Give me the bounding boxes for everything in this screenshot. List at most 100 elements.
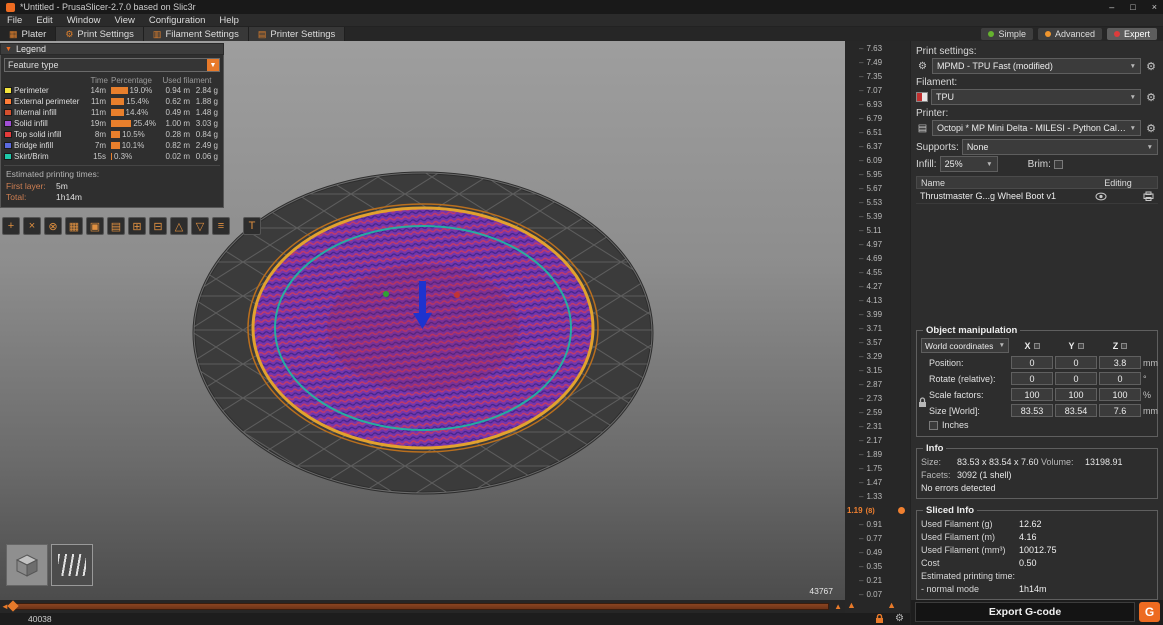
split-to-objects-icon[interactable]: △ [170,217,188,235]
eye-icon[interactable] [1095,192,1107,201]
layer-slider-handle[interactable]: 1.19 (8) [845,506,910,515]
legend-header[interactable]: ▼ Legend [0,43,224,55]
add-instance-icon[interactable]: ⊞ [128,217,146,235]
sliced-value: 0.50 [1019,558,1037,568]
plater-icon: ▦ [9,28,18,39]
editing-printer-icon[interactable] [1143,191,1154,201]
print-settings-select[interactable]: MPMD - TPU Fast (modified) ▼ [932,58,1141,74]
tab-label: Printer Settings [270,28,336,40]
coordinates-select[interactable]: World coordinates ▼ [921,338,1009,353]
scale-z-input[interactable]: 100 [1099,388,1141,401]
tab-filament-settings[interactable]: ▥ Filament Settings [143,27,249,41]
tab-printer-settings[interactable]: ▤ Printer Settings [248,27,346,41]
menu-item-edit[interactable]: Edit [29,14,59,27]
z-gizmo-arrow[interactable] [419,281,426,315]
menu-item-view[interactable]: View [107,14,141,27]
inches-row: Inches [921,420,1153,430]
layer-tick-value: 6.93 [866,100,883,109]
slider-right-marker-icon[interactable]: ▲ [834,602,842,611]
horizontal-slider-track[interactable] [12,603,829,610]
3d-viewport[interactable]: ▼ Legend Feature type ▼ Time Percentage … [0,41,845,600]
inches-checkbox[interactable] [929,420,938,430]
estimated-times: Estimated printing times: First layer: 5… [4,165,220,204]
supports-select[interactable]: None ▼ [961,139,1158,155]
menu-bar: File Edit Window View Configuration Help [0,14,1163,27]
feature-length: 0.28 m [165,130,190,139]
maximize-button[interactable]: □ [1130,2,1135,12]
tab-plater[interactable]: ▦ Plater [0,27,57,41]
position-z-input[interactable]: 3.8 [1099,356,1141,369]
delete-all-icon[interactable]: ⊗ [44,217,62,235]
layer-tick: –2.87 [859,380,883,389]
menu-item-configuration[interactable]: Configuration [142,14,213,27]
infill-select[interactable]: 25% ▼ [939,156,998,172]
lock-icon[interactable] [875,614,884,624]
menu-item-file[interactable]: File [0,14,29,27]
close-button[interactable]: × [1152,2,1157,12]
infill-value: 25% [944,159,963,169]
paste-icon[interactable]: ▤ [107,217,125,235]
arrange-icon[interactable]: ▦ [65,217,83,235]
mode-simple[interactable]: Simple [981,28,1033,40]
legend-rows: Perimeter 14m 19.0% 0.94 m 2.84 g External pe… [4,85,220,162]
rotate-y-input[interactable]: 0 [1055,372,1097,385]
export-gcode-button[interactable]: Export G-code [915,602,1135,622]
percentage-bar [111,153,112,160]
feature-type-select[interactable]: Feature type ▼ [4,58,220,72]
mode-advanced[interactable]: Advanced [1037,28,1102,40]
gear-icon[interactable]: ⚙ [895,613,904,624]
position-y-input[interactable]: 0 [1055,356,1097,369]
size-x-input[interactable]: 83.53 [1011,404,1053,417]
chevron-down-icon[interactable]: ▼ [207,59,219,71]
filament-select[interactable]: TPU ▼ [931,89,1141,105]
layer-bottom-marker2-icon[interactable]: ▲ [887,600,896,610]
size-y-input[interactable]: 83.54 [1055,404,1097,417]
tab-print-settings[interactable]: ⚙ Print Settings [56,27,144,41]
layer-tick: –6.79 [859,114,883,123]
size-z-input[interactable]: 7.6 [1099,404,1141,417]
variable-layer-height-icon[interactable]: ≡ [212,217,230,235]
remove-instance-icon[interactable]: ⊟ [149,217,167,235]
minimize-button[interactable]: – [1109,2,1114,12]
scale-x-input[interactable]: 100 [1011,388,1053,401]
object-list-empty-area[interactable] [916,204,1158,319]
object-list-row[interactable]: Thrustmaster G...g Wheel Boot v1 [916,189,1158,204]
mode-expert[interactable]: Expert [1106,28,1157,40]
feature-time: 8m [94,130,106,139]
scale-lock-icon[interactable] [918,397,927,408]
layer-tick: –1.33 [859,492,883,501]
layer-tick: –0.35 [859,562,883,571]
menu-item-help[interactable]: Help [212,14,246,27]
menu-item-window[interactable]: Window [60,14,108,27]
rotate-z-input[interactable]: 0 [1099,372,1141,385]
chevron-down-icon: ▼ [1129,124,1136,132]
gcode-badge[interactable]: G [1139,602,1160,622]
layer-tick-value: 0.35 [866,562,883,571]
split-to-parts-icon[interactable]: ▽ [191,217,209,235]
layer-slider[interactable]: –7.63 –7.49 –7.35 –7.07 –6.93 –6.79 –6.51 –6.37… [845,41,910,613]
printer-select[interactable]: Octopi * MP Mini Delta - MILESI - Python… [932,120,1141,136]
add-icon[interactable]: + [2,217,20,235]
position-x-input[interactable]: 0 [1011,356,1053,369]
view-layers-button[interactable] [51,544,93,586]
layer-tick-value: 1.47 [866,478,883,487]
layer-tick: –1.47 [859,478,883,487]
print-settings-label: Print settings: [916,46,977,57]
printer-edit-gear-icon[interactable]: ⚙ [1144,122,1158,135]
mode-label: Simple [998,29,1026,39]
rotate-x-input[interactable]: 0 [1011,372,1053,385]
view-3d-button[interactable] [6,544,48,586]
layer-tick: –3.99 [859,310,883,319]
layer-bottom-marker-icon[interactable]: ▲ [847,600,856,610]
horizontal-slider[interactable]: ◄ ▲ [0,600,845,613]
scale-y-input[interactable]: 100 [1055,388,1097,401]
delete-icon[interactable]: × [23,217,41,235]
text-tool-icon[interactable]: T [243,217,261,235]
copy-icon[interactable]: ▣ [86,217,104,235]
total-time-value: 1h14m [56,192,82,202]
filament-edit-gear-icon[interactable]: ⚙ [1144,91,1158,104]
brim-checkbox[interactable] [1053,159,1063,169]
mode-label: Expert [1123,29,1150,39]
size-value: 83.53 x 83.54 x 7.60 [957,457,1039,467]
print-settings-edit-gear-icon[interactable]: ⚙ [1144,60,1158,73]
